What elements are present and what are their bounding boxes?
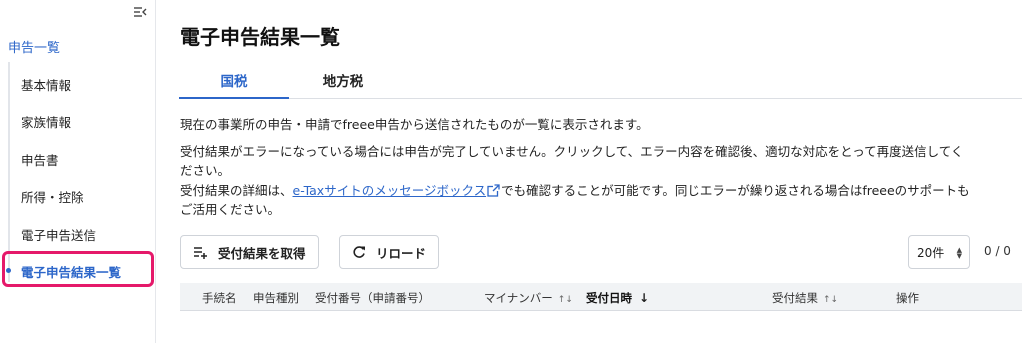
column-result-label: 受付結果 — [772, 291, 818, 305]
column-received-at-label: 受付日時 — [586, 291, 632, 305]
sort-icon[interactable]: ↑↓ — [823, 295, 838, 305]
page-size-value: 20件 — [917, 245, 945, 260]
column-my-number-label: マイナンバー — [484, 291, 553, 305]
page-size-select[interactable]: 20件 ▲ ▼ — [908, 235, 970, 269]
etax-message-box-link[interactable]: e-Taxサイトのメッセージボックス — [293, 183, 487, 198]
column-my-number[interactable]: マイナンバー ↑↓ — [484, 290, 573, 306]
tab-national-tax[interactable]: 国税 — [179, 68, 289, 99]
sidebar-item-e-filing-send[interactable]: 電子申告送信 — [21, 225, 96, 244]
sort-icon[interactable]: ↑↓ — [558, 295, 573, 305]
reload-label: リロード — [376, 245, 427, 261]
list-add-icon — [194, 247, 207, 259]
sidebar-item-declaration-form[interactable]: 申告書 — [21, 150, 59, 169]
column-receipt-number: 受付番号（申請番号） — [315, 291, 430, 305]
details-notice-prefix: 受付結果の詳細は、 — [180, 183, 293, 198]
sidebar-item-income-deduction[interactable]: 所得・控除 — [21, 187, 84, 206]
error-notice-text-cont: ださい。 — [180, 163, 231, 178]
fetch-results-button[interactable]: 受付結果を取得 — [180, 235, 319, 269]
details-notice-cont: ご活用ください。 — [180, 202, 281, 217]
sidebar-item-family-info[interactable]: 家族情報 — [21, 112, 71, 131]
error-notice-text: 受付結果がエラーになっている場合には申告が完了していません。クリックして、エラー… — [180, 144, 964, 159]
sidebar-item-e-filing-results[interactable]: 電子申告結果一覧 — [21, 262, 121, 281]
main-content: 電子申告結果一覧 国税 地方税 現在の事業所の申告・申請でfreee申告から送信… — [157, 0, 1022, 343]
column-declaration-type: 申告種別 — [253, 291, 299, 305]
column-received-at[interactable]: 受付日時 ↓ — [586, 290, 649, 306]
reload-icon — [353, 246, 365, 258]
sidebar-item-basic-info[interactable]: 基本情報 — [21, 75, 71, 94]
active-item-indicator — [6, 268, 11, 273]
column-result[interactable]: 受付結果 ↑↓ — [772, 290, 838, 306]
page-title: 電子申告結果一覧 — [180, 25, 340, 49]
table-header: 手続名 申告種別 受付番号（申請番号） マイナンバー ↑↓ 受付日時 ↓ 受付結果 ↑… — [180, 283, 1022, 311]
column-procedure-name: 手続名 — [202, 291, 237, 305]
sidebar-item-declaration-list[interactable]: 申告一覧 — [8, 37, 60, 56]
external-link-icon[interactable] — [487, 184, 501, 197]
sort-desc-icon[interactable]: ↓ — [639, 291, 649, 305]
sidebar-collapse-icon[interactable] — [133, 5, 147, 19]
details-notice: 受付結果の詳細は、e-Taxサイトのメッセージボックス でも確認することが可能です… — [180, 181, 970, 200]
description-text: 現在の事業所の申告・申請でfreee申告から送信されたものが一覧に表示されます。 — [180, 117, 649, 132]
column-actions: 操作 — [896, 291, 919, 305]
pagination-count: 0 / 0 — [984, 244, 1011, 258]
sidebar: 申告一覧 基本情報 家族情報 申告書 所得・控除 電子申告送信 電子申告結果一覧 — [0, 0, 156, 343]
sidebar-tree-line — [8, 62, 10, 282]
select-arrows-icon: ▲ ▼ — [956, 246, 962, 260]
reload-button[interactable]: リロード — [339, 235, 440, 269]
details-notice-suffix: でも確認することが可能です。同じエラーが繰り返される場合はfreeeのサポートも — [501, 183, 970, 198]
tab-local-tax[interactable]: 地方税 — [288, 68, 398, 99]
fetch-results-label: 受付結果を取得 — [218, 245, 306, 261]
tab-bar: 国税 地方税 — [179, 68, 1022, 99]
